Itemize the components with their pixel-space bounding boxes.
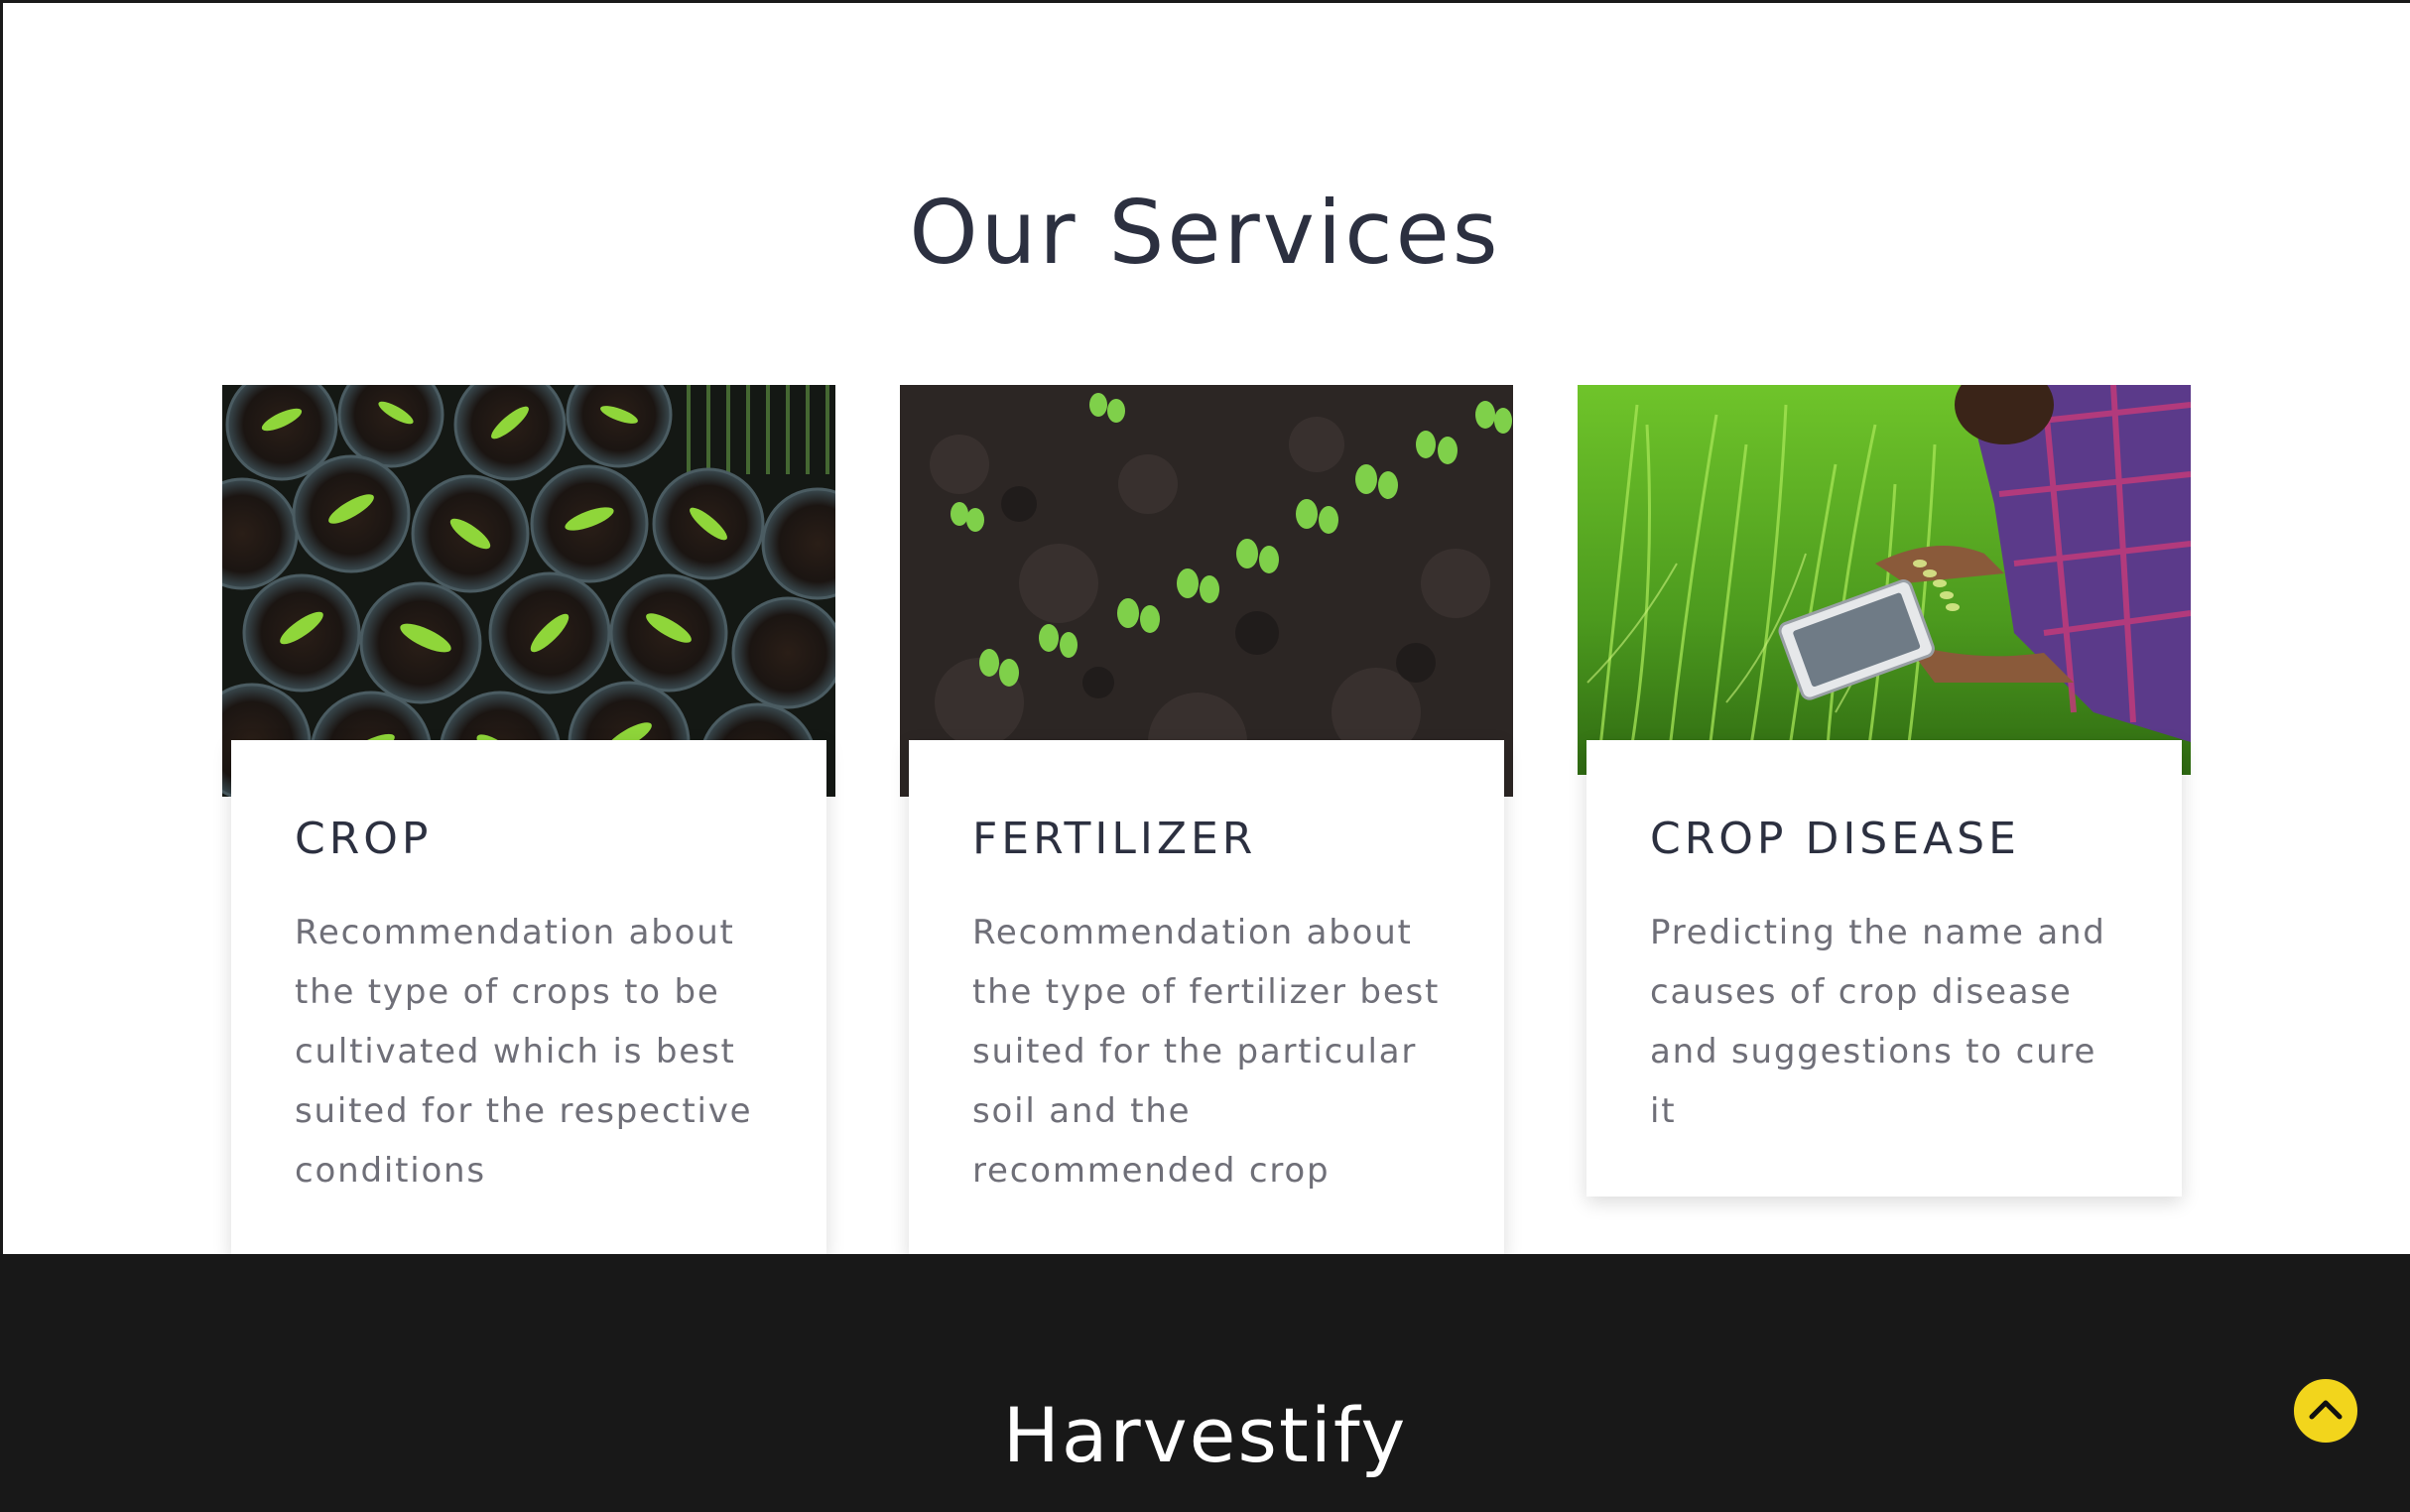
service-heading: FERTILIZER <box>972 814 1257 864</box>
service-card-fertilizer: FERTILIZER Recommendation about the type… <box>909 740 1504 1256</box>
farmer-with-tablet-image <box>1578 385 2191 775</box>
service-description: Recommendation about the type of fertili… <box>972 913 1441 1191</box>
service-heading: CROP <box>295 814 433 864</box>
service-description: Predicting the name and causes of crop d… <box>1650 913 2106 1131</box>
sprouts-in-soil-image <box>900 385 1513 797</box>
service-heading: CROP DISEASE <box>1650 814 2020 864</box>
service-card-crop: CROP Recommendation about the type of cr… <box>231 740 826 1256</box>
service-description: Recommendation about the type of crops t… <box>295 913 753 1191</box>
footer-brand: Harvestify <box>1002 1391 1408 1479</box>
service-card-crop-disease: CROP DISEASE Predicting the name and cau… <box>1586 740 2182 1197</box>
chevron-up-icon <box>2306 1395 2346 1427</box>
section-title: Our Services <box>909 182 1501 284</box>
footer: Harvestify <box>0 1254 2410 1512</box>
seedlings-in-pots-image <box>222 385 835 797</box>
back-to-top-button[interactable] <box>2292 1377 2359 1445</box>
